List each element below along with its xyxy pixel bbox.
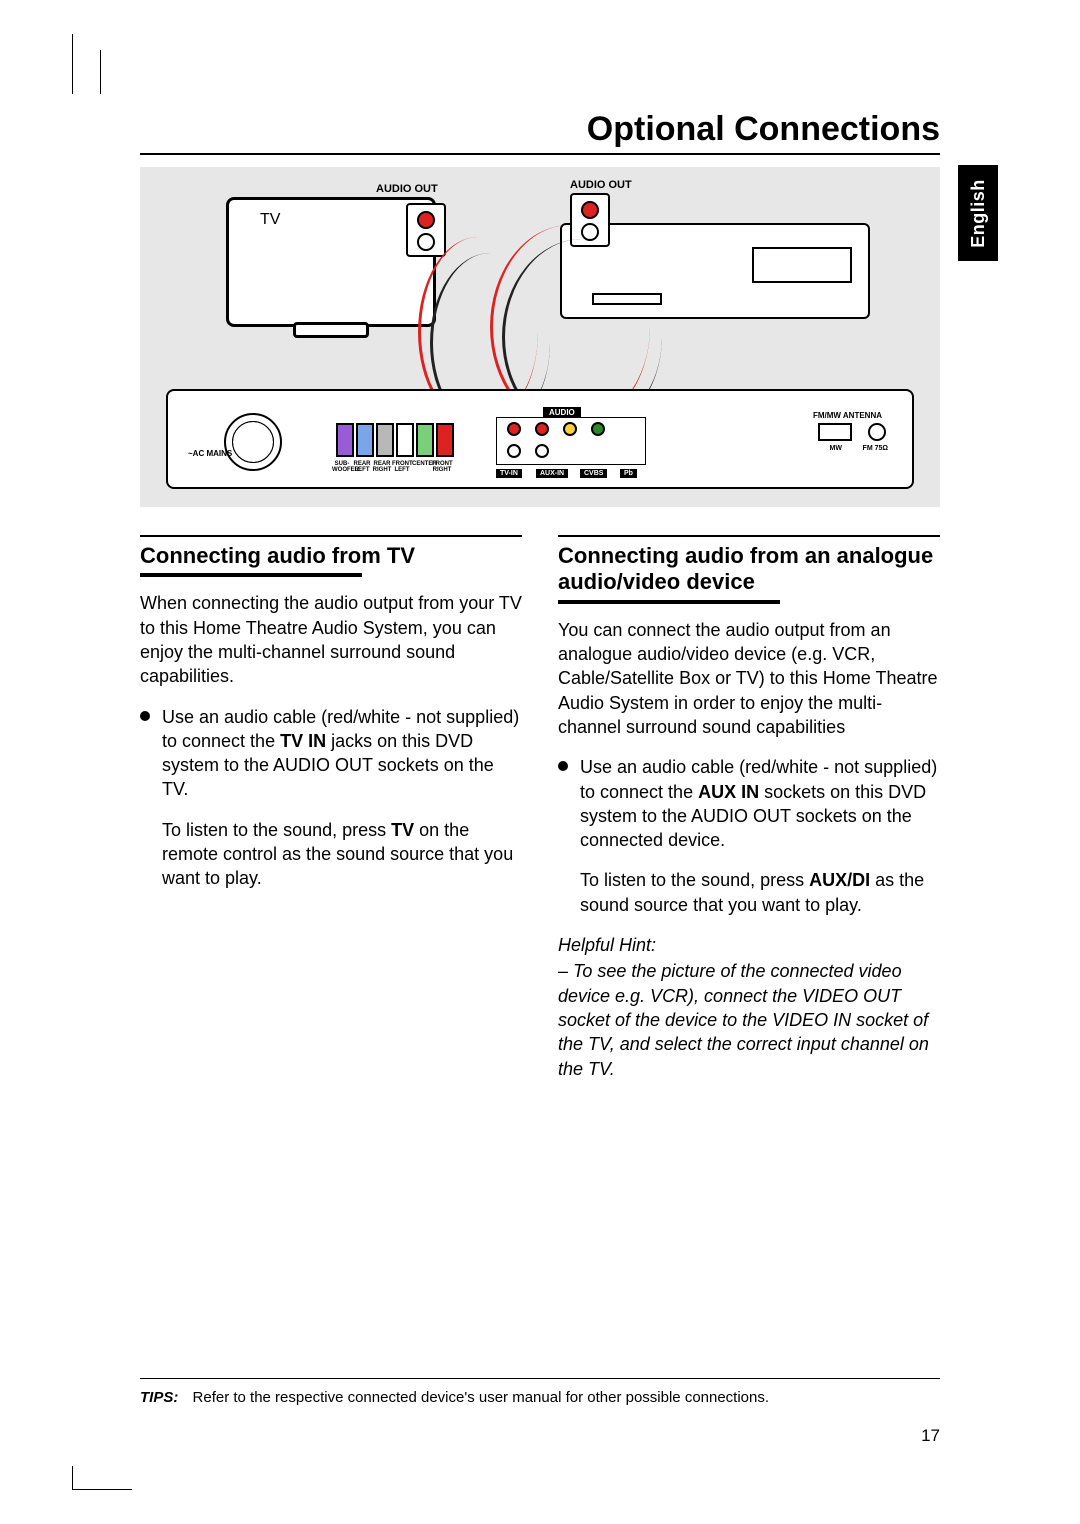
right-p1: You can connect the audio output from an…	[558, 618, 940, 739]
tv-audio-out-jacks	[406, 203, 446, 257]
text: To listen to the sound, press	[162, 820, 391, 840]
connection-diagram: TV AUDIO OUT AUDIO OUT ~AC MAINS S	[140, 167, 940, 507]
bold-text: AUX/DI	[809, 870, 870, 890]
rear-panel: ~AC MAINS SUB-WOOFER REAR LEFT REAR RIGH…	[166, 389, 914, 489]
front-right-terminal	[436, 423, 454, 457]
crop-mark	[72, 1466, 132, 1490]
audio-out-label-1: AUDIO OUT	[376, 183, 438, 195]
ac-mains-label: ~AC MAINS	[188, 449, 232, 458]
right-column: Connecting audio from an analogue audio/…	[558, 535, 940, 1097]
pb-label: Pb	[620, 469, 637, 478]
antenna-label: FM/MW ANTENNA	[813, 411, 882, 420]
rear-left-terminal	[356, 423, 374, 457]
label-fr: FRONT RIGHT	[432, 461, 452, 473]
page-content: Optional Connections English TV AUDIO OU…	[140, 110, 940, 1097]
language-tab: English	[958, 165, 998, 261]
right-heading: Connecting audio from an analogue audio/…	[558, 535, 940, 596]
tips-footer: TIPS: Refer to the respective connected …	[140, 1378, 940, 1406]
label-rr: REAR RIGHT	[372, 461, 392, 473]
text-columns: Connecting audio from TV When connecting…	[140, 535, 940, 1097]
auxin-label: AUX-IN	[536, 469, 568, 478]
front-left-terminal	[396, 423, 414, 457]
jack-auxin-l	[535, 444, 549, 458]
hint-body: – To see the picture of the connected vi…	[558, 959, 940, 1080]
tv-icon	[226, 197, 436, 327]
label-c: CENTER	[412, 461, 432, 473]
label-fl: FRONT LEFT	[392, 461, 412, 473]
page-title: Optional Connections	[140, 110, 940, 149]
tv-label: TV	[260, 211, 280, 229]
rear-right-terminal	[376, 423, 394, 457]
left-column: Connecting audio from TV When connecting…	[140, 535, 522, 1097]
speaker-terminals	[336, 423, 454, 457]
label-rl: REAR LEFT	[352, 461, 372, 473]
heading-underline	[140, 571, 362, 577]
jack-auxin-r	[535, 422, 549, 436]
crop-mark	[100, 50, 101, 94]
mw-label: MW	[830, 445, 842, 452]
fan-icon	[224, 413, 282, 471]
left-bullet-1: Use an audio cable (red/white - not supp…	[140, 705, 522, 802]
bold-text: TV	[391, 820, 414, 840]
page-number: 17	[921, 1426, 940, 1446]
center-terminal	[416, 423, 434, 457]
language-label: English	[968, 179, 989, 248]
bold-text: AUX IN	[698, 782, 759, 802]
tips-body: Refer to the respective connected device…	[193, 1389, 770, 1406]
audio-out-label-2: AUDIO OUT	[570, 179, 632, 191]
jack-tvin-r	[507, 422, 521, 436]
vcr-display	[752, 247, 852, 283]
left-heading: Connecting audio from TV	[140, 535, 522, 569]
mw-antenna-terminal	[818, 423, 852, 441]
right-bullet-1: Use an audio cable (red/white - not supp…	[558, 755, 940, 852]
jack-pb	[591, 422, 605, 436]
subwoofer-terminal	[336, 423, 354, 457]
tvin-label: TV-IN	[496, 469, 522, 478]
hint-label: Helpful Hint:	[558, 933, 940, 957]
fm-coax-terminal	[868, 423, 886, 441]
right-p2: To listen to the sound, press AUX/DI as …	[558, 868, 940, 917]
speaker-labels: SUB-WOOFER REAR LEFT REAR RIGHT FRONT LE…	[332, 461, 452, 473]
left-p1: When connecting the audio output from yo…	[140, 591, 522, 688]
crop-mark	[72, 34, 96, 94]
jack-tvin-l	[507, 444, 521, 458]
label-sub: SUB-WOOFER	[332, 461, 352, 473]
audio-jack-group	[496, 417, 646, 465]
title-rule: Optional Connections	[140, 110, 940, 155]
left-p2: To listen to the sound, press TV on the …	[140, 818, 522, 891]
tips-label: TIPS:	[140, 1389, 178, 1406]
bold-text: TV IN	[280, 731, 326, 751]
fm-label: FM 75Ω	[863, 445, 888, 452]
heading-underline	[558, 598, 780, 604]
jack-cvbs	[563, 422, 577, 436]
text: To listen to the sound, press	[580, 870, 809, 890]
cvbs-label: CVBS	[580, 469, 607, 478]
